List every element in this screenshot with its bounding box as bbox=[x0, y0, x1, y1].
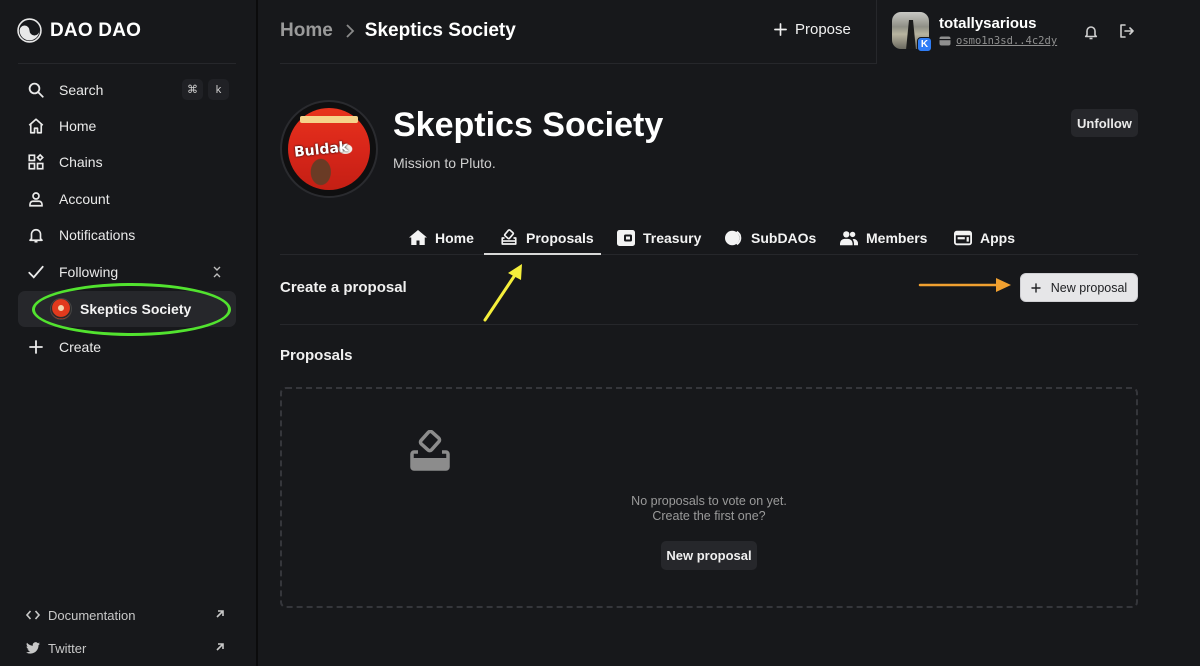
wallet-profile: K totallysarious osmo1n3sd..4c2dy bbox=[892, 12, 1192, 54]
sidebar-item-chains[interactable]: Chains bbox=[18, 147, 236, 177]
tab-treasury[interactable]: Treasury bbox=[617, 220, 701, 255]
unfollow-button[interactable]: Unfollow bbox=[1071, 109, 1138, 137]
sidebar-item-label: Chains bbox=[59, 154, 103, 170]
tab-label: Apps bbox=[980, 229, 1015, 246]
top-bar: Home Skeptics Society Propose K totallys… bbox=[260, 0, 1200, 64]
plus-icon bbox=[774, 23, 787, 36]
dao-description: Mission to Pluto. bbox=[393, 155, 496, 171]
create-proposal-heading: Create a proposal bbox=[280, 279, 407, 296]
breadcrumb: Home Skeptics Society bbox=[280, 20, 516, 42]
proposals-heading: Proposals bbox=[280, 347, 353, 364]
dao-image: Buldak bbox=[280, 100, 378, 198]
empty-state-new-proposal-button[interactable]: New proposal bbox=[661, 541, 757, 570]
sidebar-item-label: Search bbox=[59, 82, 104, 98]
empty-state-message: No proposals to vote on yet. Create the … bbox=[280, 494, 1138, 524]
tab-label: Members bbox=[866, 229, 928, 246]
tab-label: SubDAOs bbox=[751, 229, 817, 246]
empty-state-line-1: No proposals to vote on yet. bbox=[631, 494, 787, 508]
sidebar-item-label: Create bbox=[59, 339, 102, 355]
brand-logo[interactable]: DAO DAO bbox=[17, 18, 141, 43]
new-proposal-label: New proposal bbox=[1050, 280, 1128, 295]
keplr-wallet-badge: K bbox=[917, 37, 932, 52]
logout-icon[interactable] bbox=[1118, 23, 1134, 39]
tab-members[interactable]: Members bbox=[840, 220, 927, 255]
breadcrumb-current: Skeptics Society bbox=[364, 20, 516, 41]
yellow-arrow-annotation bbox=[483, 264, 522, 322]
breadcrumb-home-link[interactable]: Home bbox=[280, 20, 333, 42]
home-icon bbox=[26, 116, 46, 136]
members-icon bbox=[840, 229, 858, 247]
topbar-divider bbox=[280, 63, 876, 64]
check-icon bbox=[26, 262, 46, 282]
sidebar-item-label: Home bbox=[59, 118, 97, 134]
sidebar-item-account[interactable]: Account bbox=[18, 184, 236, 214]
new-proposal-button[interactable]: New proposal bbox=[1020, 273, 1138, 302]
yin-yang-logo-icon bbox=[17, 18, 42, 43]
sidebar-item-label: Following bbox=[59, 264, 119, 280]
dao-title: Skeptics Society bbox=[393, 106, 664, 144]
tab-label: Treasury bbox=[643, 229, 702, 246]
section-divider bbox=[280, 324, 1138, 325]
tab-home[interactable]: Home bbox=[409, 220, 474, 255]
subdao-icon bbox=[725, 229, 743, 247]
tab-proposals[interactable]: Proposals bbox=[500, 220, 594, 255]
search-icon bbox=[26, 80, 46, 100]
footer-link-label: Twitter bbox=[48, 640, 87, 656]
footer-link-twitter[interactable]: Twitter bbox=[26, 638, 226, 658]
plus-icon bbox=[26, 337, 46, 357]
propose-label: Propose bbox=[795, 21, 851, 38]
account-icon bbox=[26, 189, 46, 209]
following-dao-skeptics-society[interactable]: Skeptics Society bbox=[18, 291, 236, 327]
notifications-bell-icon[interactable] bbox=[1084, 24, 1098, 40]
sidebar-item-notifications[interactable]: Notifications bbox=[18, 220, 236, 250]
sidebar-item-following[interactable]: Following bbox=[18, 257, 236, 287]
sidebar-item-label: Account bbox=[59, 191, 110, 207]
tab-subdaos[interactable]: SubDAOs bbox=[725, 220, 816, 255]
empty-state-line-2: Create the first one? bbox=[652, 509, 766, 523]
dao-tabs: Home Proposals Treasury SubDAOs Members bbox=[280, 220, 1138, 255]
wallet-icon bbox=[939, 36, 951, 46]
wallet-icon bbox=[617, 229, 635, 247]
active-tab-indicator bbox=[484, 253, 601, 255]
ballot-icon bbox=[500, 228, 518, 247]
following-dao-label: Skeptics Society bbox=[80, 301, 192, 317]
sidebar: DAO DAO Search ⌘ k Home Chains Account N… bbox=[0, 0, 258, 666]
plus-icon bbox=[1031, 282, 1041, 293]
orange-arrow-annotation bbox=[918, 278, 1011, 292]
sidebar-item-label: Notifications bbox=[59, 227, 136, 243]
external-link-icon bbox=[216, 610, 224, 618]
shortcut-key-k: k bbox=[208, 79, 229, 100]
topbar-vertical-separator bbox=[876, 0, 877, 64]
chains-icon bbox=[26, 152, 46, 172]
twitter-icon bbox=[26, 642, 40, 654]
tab-label: Proposals bbox=[526, 229, 594, 246]
collapse-chevrons-icon[interactable] bbox=[212, 264, 222, 280]
bell-icon bbox=[26, 225, 46, 245]
brand-name: DAO DAO bbox=[50, 19, 142, 41]
profile-address-row: osmo1n3sd..4c2dy bbox=[939, 35, 1057, 47]
tab-apps[interactable]: Apps bbox=[954, 220, 1015, 255]
footer-link-label: Documentation bbox=[48, 607, 136, 623]
code-icon bbox=[26, 609, 40, 621]
sidebar-item-create[interactable]: Create bbox=[18, 332, 236, 362]
sidebar-item-home[interactable]: Home bbox=[18, 111, 236, 141]
sidebar-divider bbox=[18, 63, 236, 64]
wallet-address-copy[interactable]: osmo1n3sd..4c2dy bbox=[956, 35, 1057, 47]
chevron-right-icon bbox=[346, 24, 355, 38]
app-root: DAO DAO Search ⌘ k Home Chains Account N… bbox=[0, 0, 1200, 666]
sidebar-item-search[interactable]: Search ⌘ k bbox=[18, 75, 236, 105]
apps-icon bbox=[954, 229, 972, 247]
shortcut-key-cmd: ⌘ bbox=[182, 79, 203, 100]
ballot-box-icon bbox=[410, 430, 450, 471]
external-link-icon bbox=[216, 643, 224, 651]
footer-link-documentation[interactable]: Documentation bbox=[26, 605, 226, 625]
profile-name: totallysarious bbox=[939, 15, 1037, 32]
propose-button[interactable]: Propose bbox=[774, 21, 851, 38]
home-icon bbox=[409, 229, 427, 247]
tab-label: Home bbox=[435, 229, 474, 246]
dao-avatar bbox=[50, 298, 72, 320]
